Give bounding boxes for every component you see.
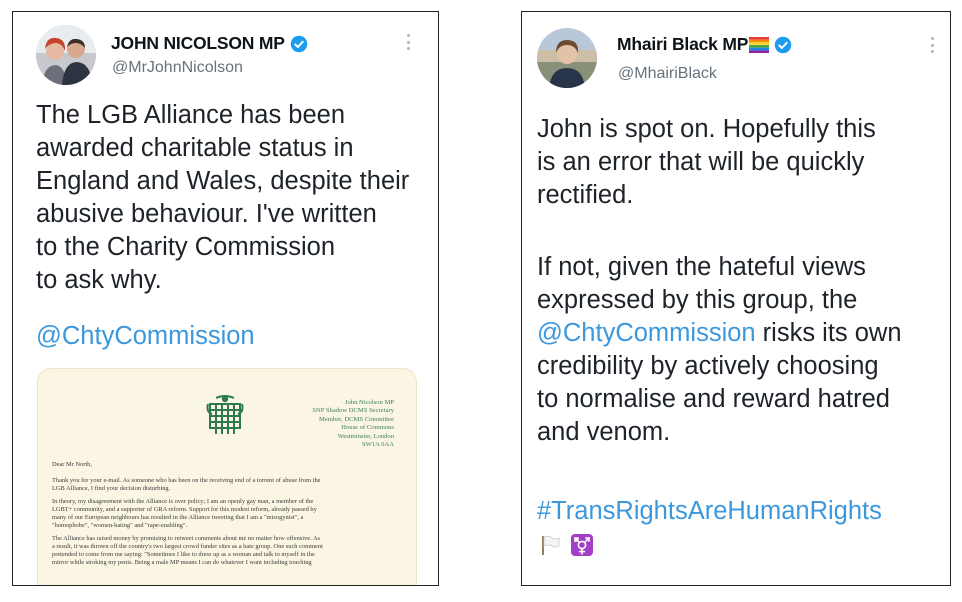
hashtag-link[interactable]: #TransRightsAreHumanRights — [537, 495, 882, 528]
tweet-line: credibility by actively choosing — [537, 352, 879, 380]
letter-line: LGBT+ community, and a supporter of GRA … — [52, 506, 317, 513]
white-flag-icon — [542, 535, 560, 555]
address-line: Member, DCMS Committee — [318, 415, 394, 423]
rainbow-flag-icon — [749, 36, 770, 53]
tweet-line: to ask why. — [36, 266, 162, 294]
tweet-line: to normalise and reward hatred — [537, 385, 890, 413]
letter-paragraph: In theory, my disagreement with the Alli… — [52, 498, 404, 530]
tweet-text: If not, given the hateful views expresse… — [537, 251, 902, 449]
letter-line: a result, it was thrown off the country'… — [52, 543, 323, 550]
letter-image[interactable]: John Nicolson MP SNP Shadow DCMS Secreta… — [37, 368, 417, 585]
address-line: John Nicolson MP — [344, 399, 394, 406]
tweet-line: expressed by this group, the — [537, 286, 858, 314]
tweet-line: @ChtyCommission risks its own — [537, 317, 902, 350]
letter-line: mirror while stroking my penis. Being a … — [52, 559, 312, 566]
tweet-text: The LGB Alliance has been awarded charit… — [36, 99, 409, 297]
tweet-line: and venom. — [537, 418, 671, 446]
avatar[interactable] — [36, 25, 96, 85]
letter-address: John Nicolson MP SNP Shadow DCMS Secreta… — [312, 399, 394, 449]
more-options-icon[interactable] — [406, 34, 410, 50]
author-handle[interactable]: @MhairiBlack — [618, 65, 717, 83]
address-line: Westminster, London — [337, 432, 394, 440]
letter-paragraph: The Alliance has raised money by promisi… — [52, 535, 404, 567]
letter-body: Dear Mr North, Thank you for your e-mail… — [52, 461, 404, 572]
author-name[interactable]: JOHN NICOLSON MP — [111, 33, 308, 54]
letter-line: "homophobe", "women-hating" and "rape-en… — [52, 522, 188, 529]
author-name-text: Mhairi Black MP — [617, 34, 749, 54]
verified-badge-icon — [290, 35, 308, 52]
tweet-line-rest: risks its own — [755, 319, 902, 347]
verified-badge-icon — [774, 36, 792, 53]
tweet-text: John is spot on. Hopefully this is an er… — [537, 113, 876, 212]
transgender-symbol-icon — [571, 534, 593, 556]
author-name-text: JOHN NICOLSON MP — [111, 33, 285, 53]
author-handle[interactable]: @MrJohnNicolson — [112, 59, 243, 77]
letter-line: The Alliance has raised money by promisi… — [52, 535, 321, 542]
tweet-line: John is spot on. Hopefully this — [537, 115, 876, 143]
avatar[interactable] — [537, 28, 597, 88]
letter-paragraph: Thank you for your e-mail. As someone wh… — [52, 477, 404, 493]
author-name[interactable]: Mhairi Black MP — [617, 34, 792, 55]
tweet-line: England and Wales, despite their — [36, 167, 410, 195]
letter-line: many of our European neighbours has resu… — [52, 514, 304, 521]
mention-link[interactable]: @ChtyCommission — [537, 319, 756, 347]
letter-salutation: Dear Mr North, — [52, 461, 92, 468]
address-line: SNP Shadow DCMS Secretary — [312, 407, 394, 415]
address-line: SW1A 0AA — [361, 441, 394, 449]
mention-link[interactable]: @ChtyCommission — [36, 320, 255, 353]
tweet-card-john-nicolson: JOHN NICOLSON MP @MrJohnNicolson The LGB… — [12, 11, 439, 586]
letter-line: Thank you for your e-mail. As someone wh… — [52, 477, 321, 484]
tweet-line: The LGB Alliance has been — [36, 101, 346, 129]
emoji-row — [539, 534, 593, 556]
letter-line: pretended to come from me saying: "Somet… — [52, 551, 315, 558]
tweet-line: to the Charity Commission — [36, 233, 336, 261]
tweet-line: If not, given the hateful views — [537, 253, 866, 281]
tweet-line: abusive behaviour. I've written — [36, 200, 377, 228]
tweet-line: rectified. — [537, 181, 634, 209]
portcullis-crest-icon — [206, 395, 244, 434]
letter-line: In theory, my disagreement with the Alli… — [52, 498, 314, 505]
tweet-card-mhairi-black: Mhairi Black MP @MhairiBlack John is spo… — [521, 11, 951, 586]
tweet-line: awarded charitable status in — [36, 134, 354, 162]
address-line: House of Commons — [341, 424, 394, 432]
tweet-line: is an error that will be quickly — [537, 148, 865, 176]
more-options-icon[interactable] — [930, 37, 934, 53]
letter-line: LGB Alliance, I find your decision distu… — [52, 485, 171, 492]
